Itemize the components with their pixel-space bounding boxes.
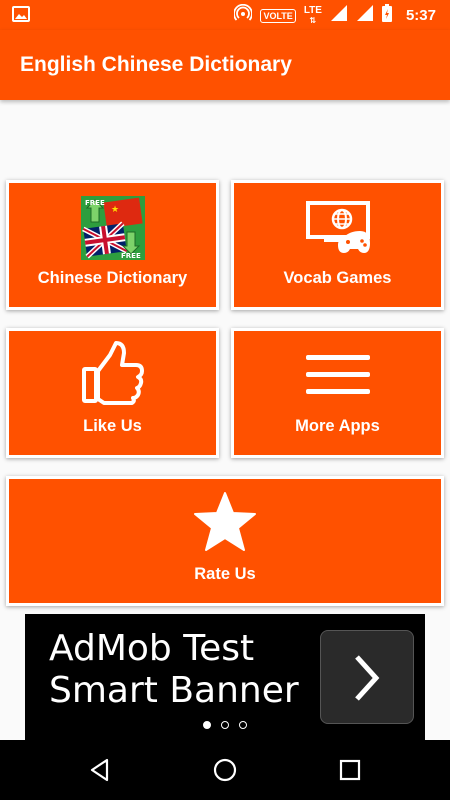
ad-line-2: Smart Banner xyxy=(49,670,299,711)
free-badge-bottom: FREE xyxy=(121,252,141,260)
star-icon xyxy=(192,491,258,560)
home-icon[interactable] xyxy=(212,757,238,783)
thumbs-up-icon xyxy=(80,341,146,410)
ad-dot-2 xyxy=(221,721,229,729)
rate-us-button[interactable]: Rate Us xyxy=(6,476,444,606)
lte-indicator: LTE ⇅ xyxy=(303,4,322,25)
ad-line-1: AdMob Test xyxy=(49,628,255,669)
more-apps-label: More Apps xyxy=(295,417,380,435)
clock: 5:37 xyxy=(405,7,436,24)
like-us-label: Like Us xyxy=(83,417,142,435)
chinese-dictionary-label: Chinese Dictionary xyxy=(37,269,188,287)
ad-pager-dots xyxy=(25,721,425,729)
navigation-bar xyxy=(0,740,450,800)
menu-lines-icon xyxy=(305,353,371,402)
volte-badge: VOLTE xyxy=(260,8,296,23)
battery-icon xyxy=(381,4,392,27)
flags-dictionary-icon: ★ FREE FREE xyxy=(80,196,145,265)
more-apps-button[interactable]: More Apps xyxy=(231,328,444,458)
ad-text: AdMob Test Smart Banner xyxy=(49,628,299,712)
signal-icon xyxy=(330,4,348,27)
vocab-games-button[interactable]: Vocab Games xyxy=(231,180,444,310)
svg-text:★: ★ xyxy=(111,205,119,215)
recents-icon[interactable] xyxy=(337,757,363,783)
free-badge-top: FREE xyxy=(85,199,105,207)
chevron-right-icon xyxy=(355,655,380,701)
app-bar: English Chinese Dictionary xyxy=(0,30,450,100)
image-icon xyxy=(12,6,30,27)
signal-icon-2 xyxy=(356,4,374,27)
like-us-button[interactable]: Like Us xyxy=(6,328,219,458)
ad-dot-1 xyxy=(203,721,211,729)
lte-label: LTE xyxy=(303,4,322,16)
web-gamepad-icon xyxy=(304,199,372,260)
ad-open-button[interactable] xyxy=(320,630,414,724)
vocab-games-label: Vocab Games xyxy=(283,269,392,287)
chinese-dictionary-button[interactable]: ★ FREE FREE Chinese Dictionary xyxy=(6,180,219,310)
ad-banner[interactable]: AdMob Test Smart Banner xyxy=(25,614,425,740)
back-icon[interactable] xyxy=(87,757,113,783)
status-bar: VOLTE LTE ⇅ 5:37 xyxy=(0,0,450,30)
rate-us-label: Rate Us xyxy=(194,565,256,583)
hotspot-icon xyxy=(233,3,254,27)
ad-dot-3 xyxy=(239,721,247,729)
app-title: English Chinese Dictionary xyxy=(20,53,292,76)
